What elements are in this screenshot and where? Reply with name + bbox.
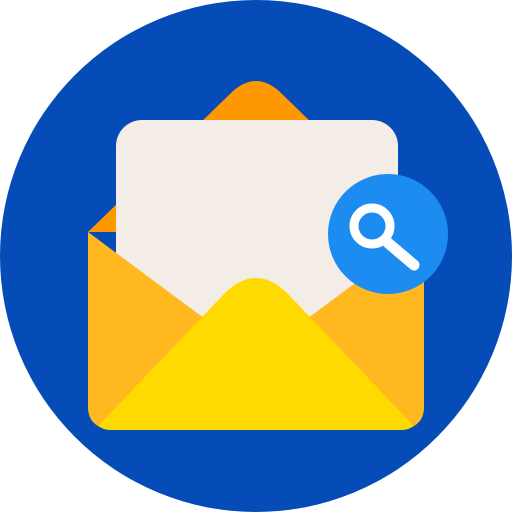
open-envelope-search-icon xyxy=(0,0,512,512)
icon-canvas xyxy=(0,0,512,512)
magnifier-lens-inner xyxy=(359,213,385,239)
search-badge xyxy=(328,174,448,294)
